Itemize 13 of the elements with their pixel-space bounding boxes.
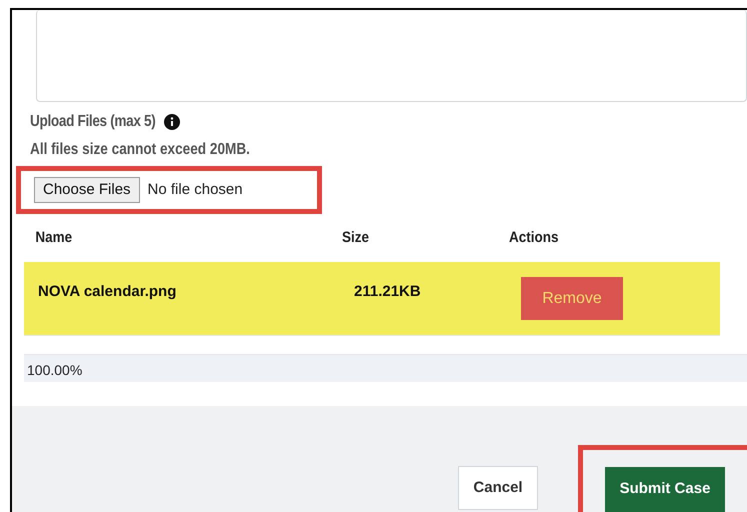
table-cell-text: NOVA calendar.png — [37, 282, 178, 302]
progress-reading: 100.00% — [27, 361, 82, 380]
cancel-button[interactable]: Cancel — [458, 466, 538, 510]
column-header: Actions — [509, 228, 560, 248]
column-header: Size — [342, 228, 370, 248]
size-note: All files size cannot exceed 20MB. — [30, 140, 251, 160]
choose-files-button[interactable]: Choose Files — [34, 177, 140, 203]
info-icon[interactable] — [164, 114, 180, 130]
submit-button[interactable]: Submit Case — [605, 467, 725, 512]
file-status: No file chosen — [148, 180, 243, 200]
table-cell-text: 211.21KB — [354, 282, 422, 302]
column-header: Name — [34, 228, 74, 248]
upload-label: Upload Files (max 5) — [30, 112, 156, 132]
